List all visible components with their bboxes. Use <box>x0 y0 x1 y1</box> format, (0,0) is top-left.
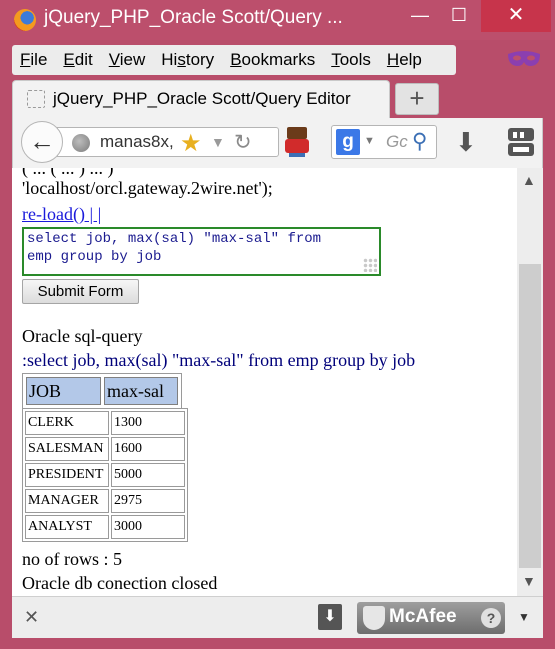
menu-file[interactable]: File <box>12 50 55 70</box>
query-text[interactable]: select job, max(sal) "max-sal" from emp … <box>27 231 321 265</box>
page-favicon-icon <box>27 90 45 108</box>
title-bar: jQuery_PHP_Oracle Scott/Query ... — ☐ ✕ <box>0 0 555 40</box>
cell-max-sal: 2975 <box>111 489 185 513</box>
url-dropdown-icon[interactable]: ▼ <box>211 134 225 150</box>
mcafee-shield-icon <box>363 606 385 630</box>
menu-tools[interactable]: Tools <box>323 50 379 70</box>
cell-max-sal: 1600 <box>111 437 185 461</box>
vertical-scrollbar[interactable]: ▲ ▼ <box>517 168 543 596</box>
search-engine-logo-icon[interactable]: g <box>336 129 360 155</box>
page-content: ( ... ( ... ) ... ) 'localhost/orcl.gate… <box>12 168 517 596</box>
search-input[interactable]: Gc <box>386 132 408 152</box>
scrollbar-thumb[interactable] <box>519 264 541 568</box>
search-bar[interactable]: g ▼ Gc ⚲ <box>331 125 437 159</box>
window-title: jQuery_PHP_Oracle Scott/Query ... <box>44 7 343 28</box>
reload-separator: | | <box>84 204 102 224</box>
minimize-button[interactable]: — <box>398 0 442 32</box>
menu-view[interactable]: View <box>101 50 154 70</box>
youtube-icon[interactable] <box>508 126 534 158</box>
reload-icon[interactable]: ↻ <box>234 130 252 155</box>
cell-max-sal: 5000 <box>111 463 185 487</box>
menu-bar: File Edit View History Bookmarks Tools H… <box>12 45 456 75</box>
mcafee-dropdown-icon[interactable]: ▼ <box>518 610 530 624</box>
column-header-job: JOB <box>26 377 101 405</box>
menu-bookmarks[interactable]: Bookmarks <box>222 50 323 70</box>
result-header-table: JOB max-sal <box>22 373 182 409</box>
mcafee-help-icon[interactable]: ? <box>481 608 501 628</box>
globe-icon <box>72 134 90 152</box>
table-row: PRESIDENT 5000 <box>25 463 185 487</box>
submit-form-button[interactable]: Submit Form <box>22 279 139 304</box>
cell-job: PRESIDENT <box>25 463 109 487</box>
close-addon-bar-icon[interactable]: ✕ <box>24 607 39 628</box>
resize-grip-icon[interactable] <box>363 258 377 272</box>
search-icon[interactable]: ⚲ <box>412 129 427 154</box>
url-text[interactable]: manas8x, <box>100 132 176 152</box>
new-tab-button[interactable]: + <box>395 83 439 115</box>
table-row: MANAGER 2975 <box>25 489 185 513</box>
navigation-bar: manas8x, ★ ▼ ↻ ← g ▼ Gc ⚲ ⬇ <box>12 118 543 168</box>
table-row: SALESMAN 1600 <box>25 437 185 461</box>
scroll-up-icon[interactable]: ▲ <box>522 172 536 188</box>
cell-job: SALESMAN <box>25 437 109 461</box>
cell-max-sal: 3000 <box>111 515 185 539</box>
reload-link-text[interactable]: re-load() <box>22 204 85 224</box>
mcafee-button[interactable]: McAfee ? <box>357 602 505 634</box>
connection-string: 'localhost/orcl.gateway.2wire.net'); <box>22 178 273 198</box>
row-count: no of rows : 5 <box>22 549 122 569</box>
back-button[interactable]: ← <box>21 121 63 163</box>
cell-job: CLERK <box>25 411 109 435</box>
bookmark-star-icon[interactable]: ★ <box>180 129 202 158</box>
private-mask-icon <box>508 51 540 66</box>
column-header-max-sal: max-sal <box>104 377 178 405</box>
addon-bar: ✕ ⬇ McAfee ? ▼ <box>12 596 543 638</box>
close-window-button[interactable]: ✕ <box>481 0 551 32</box>
cell-job: MANAGER <box>25 489 109 513</box>
result-table: CLERK 1300 SALESMAN 1600 PRESIDENT 5000 … <box>22 408 188 542</box>
table-row: ANALYST 3000 <box>25 515 185 539</box>
search-engine-dropdown-icon[interactable]: ▼ <box>364 135 375 147</box>
youtube-download-icon[interactable] <box>285 127 309 157</box>
cell-max-sal: 1300 <box>111 411 185 435</box>
connection-closed-message: Oracle db conection closed <box>22 573 218 593</box>
maximize-button[interactable]: ☐ <box>437 0 481 32</box>
firefox-logo-icon <box>14 9 36 31</box>
download-status-icon[interactable]: ⬇ <box>318 604 342 630</box>
query-textarea[interactable]: select job, max(sal) "max-sal" from emp … <box>22 227 381 276</box>
mcafee-label: McAfee <box>389 606 457 627</box>
tab-title: jQuery_PHP_Oracle Scott/Query Editor <box>53 89 351 108</box>
scroll-down-icon[interactable]: ▼ <box>522 573 536 589</box>
tab-strip: jQuery_PHP_Oracle Scott/Query Editor + <box>12 80 547 118</box>
table-row: CLERK 1300 <box>25 411 185 435</box>
reload-link[interactable]: re-load() | | <box>22 204 101 225</box>
cell-job: ANALYST <box>25 515 109 539</box>
menu-edit[interactable]: Edit <box>55 50 100 70</box>
oracle-sql-heading: Oracle sql-query <box>22 326 143 346</box>
menu-help[interactable]: Help <box>379 50 430 70</box>
menu-history[interactable]: History <box>153 50 222 70</box>
tab-query-editor[interactable]: jQuery_PHP_Oracle Scott/Query Editor <box>12 80 390 118</box>
url-bar[interactable]: manas8x, ★ ▼ ↻ <box>57 127 279 157</box>
download-arrow-icon[interactable]: ⬇ <box>455 127 477 158</box>
query-echo: :select job, max(sal) "max-sal" from emp… <box>22 350 416 370</box>
